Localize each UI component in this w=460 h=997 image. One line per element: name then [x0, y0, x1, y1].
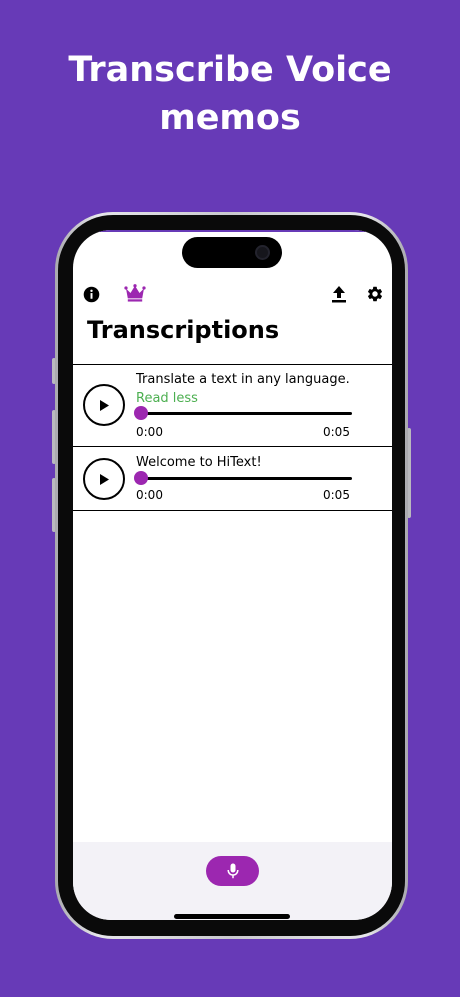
transcription-text: Welcome to HiText! — [136, 455, 262, 470]
home-indicator — [174, 914, 290, 919]
play-icon — [100, 473, 109, 485]
headline-line-1: Transcribe Voice — [68, 50, 392, 90]
play-icon — [100, 399, 109, 411]
audio-progress-slider[interactable] — [134, 471, 352, 485]
audio-progress-slider[interactable] — [134, 406, 352, 420]
play-button[interactable] — [83, 458, 125, 500]
transcription-text: Translate a text in any language. — [136, 372, 350, 387]
headline-line-2: memos — [159, 98, 301, 138]
slider-thumb[interactable] — [134, 406, 148, 420]
gear-icon[interactable] — [365, 284, 385, 304]
crown-icon[interactable] — [123, 283, 147, 303]
transcription-item: Translate a text in any language. Read l… — [73, 364, 392, 447]
current-time: 0:00 — [136, 488, 163, 502]
current-time: 0:00 — [136, 425, 163, 439]
duration-time: 0:05 — [323, 425, 350, 439]
camera-icon — [255, 245, 270, 260]
page-title: Transcriptions — [87, 316, 280, 344]
slider-thumb[interactable] — [134, 471, 148, 485]
record-button[interactable] — [206, 856, 259, 886]
upload-icon[interactable] — [330, 284, 348, 304]
play-button[interactable] — [83, 384, 125, 426]
bottom-bar — [73, 842, 392, 920]
promo-headline: Transcribe Voice memos — [0, 46, 460, 142]
duration-time: 0:05 — [323, 488, 350, 502]
microphone-icon — [226, 863, 239, 879]
read-less-link[interactable]: Read less — [136, 391, 198, 406]
app-screen: Transcriptions Translate a text in any l… — [73, 230, 392, 920]
info-icon[interactable] — [82, 285, 100, 303]
dynamic-island — [182, 237, 282, 268]
transcription-item: Welcome to HiText! 0:00 0:05 — [73, 446, 392, 511]
status-strip — [73, 230, 392, 232]
